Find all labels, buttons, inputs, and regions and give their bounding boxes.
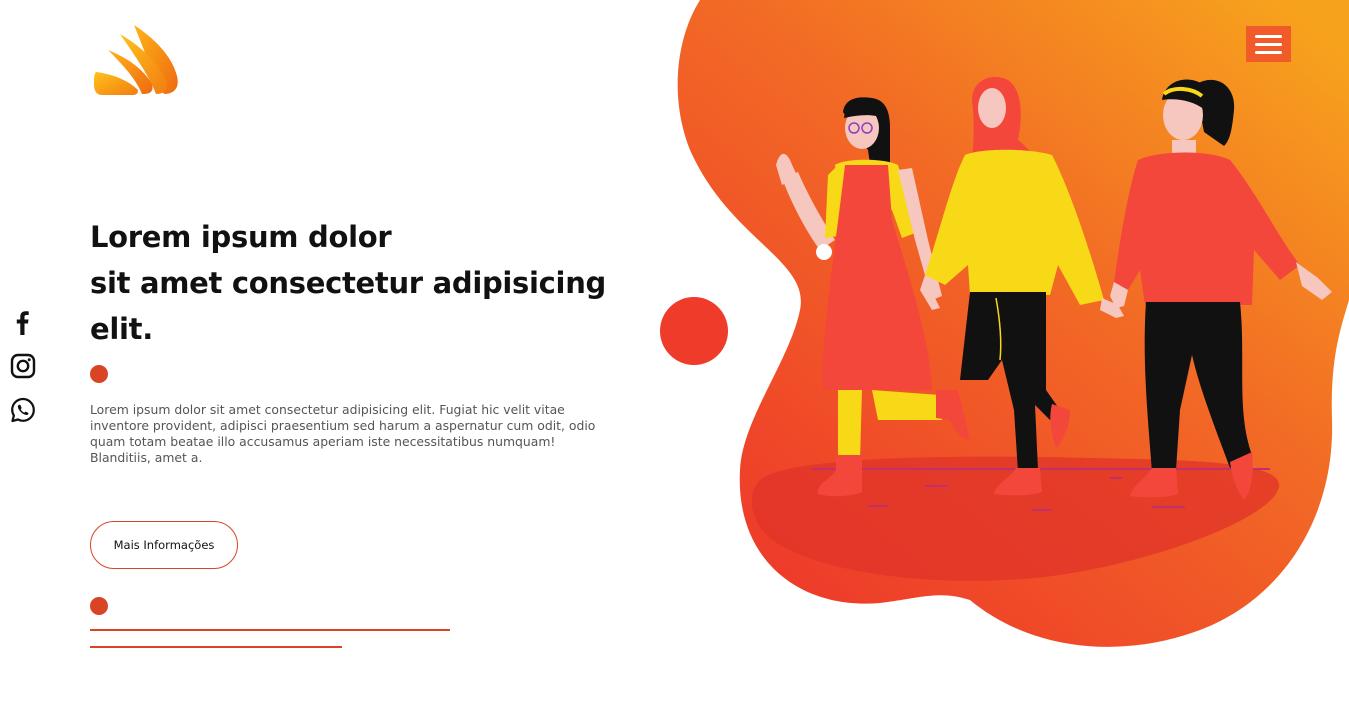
hero-title: Lorem ipsum dolor sit amet consectetur a… — [90, 214, 630, 352]
social-links — [9, 308, 37, 424]
hero-title-line-3: elit. — [90, 312, 153, 346]
decorative-line — [90, 646, 342, 648]
menu-bar — [1255, 50, 1282, 54]
hero-title-line-2: sit amet consectetur adipisicing — [90, 266, 606, 300]
facebook-icon[interactable] — [9, 308, 37, 336]
decorative-circle — [660, 297, 728, 365]
accent-dot — [90, 597, 108, 615]
whatsapp-icon[interactable] — [9, 396, 37, 424]
brand-logo[interactable] — [92, 22, 180, 98]
instagram-icon[interactable] — [9, 352, 37, 380]
menu-bar — [1255, 42, 1282, 46]
decorative-line — [90, 629, 450, 631]
landing-page: Lorem ipsum dolor sit amet consectetur a… — [0, 0, 1349, 727]
hero-illustration — [660, 0, 1349, 647]
more-info-button[interactable]: Mais Informações — [90, 521, 238, 569]
accent-dot — [90, 365, 108, 383]
hero-title-line-1: Lorem ipsum dolor — [90, 220, 392, 254]
hero-description: Lorem ipsum dolor sit amet consectetur a… — [90, 402, 596, 465]
menu-bar — [1255, 34, 1282, 38]
hamburger-menu-icon[interactable] — [1246, 26, 1291, 62]
